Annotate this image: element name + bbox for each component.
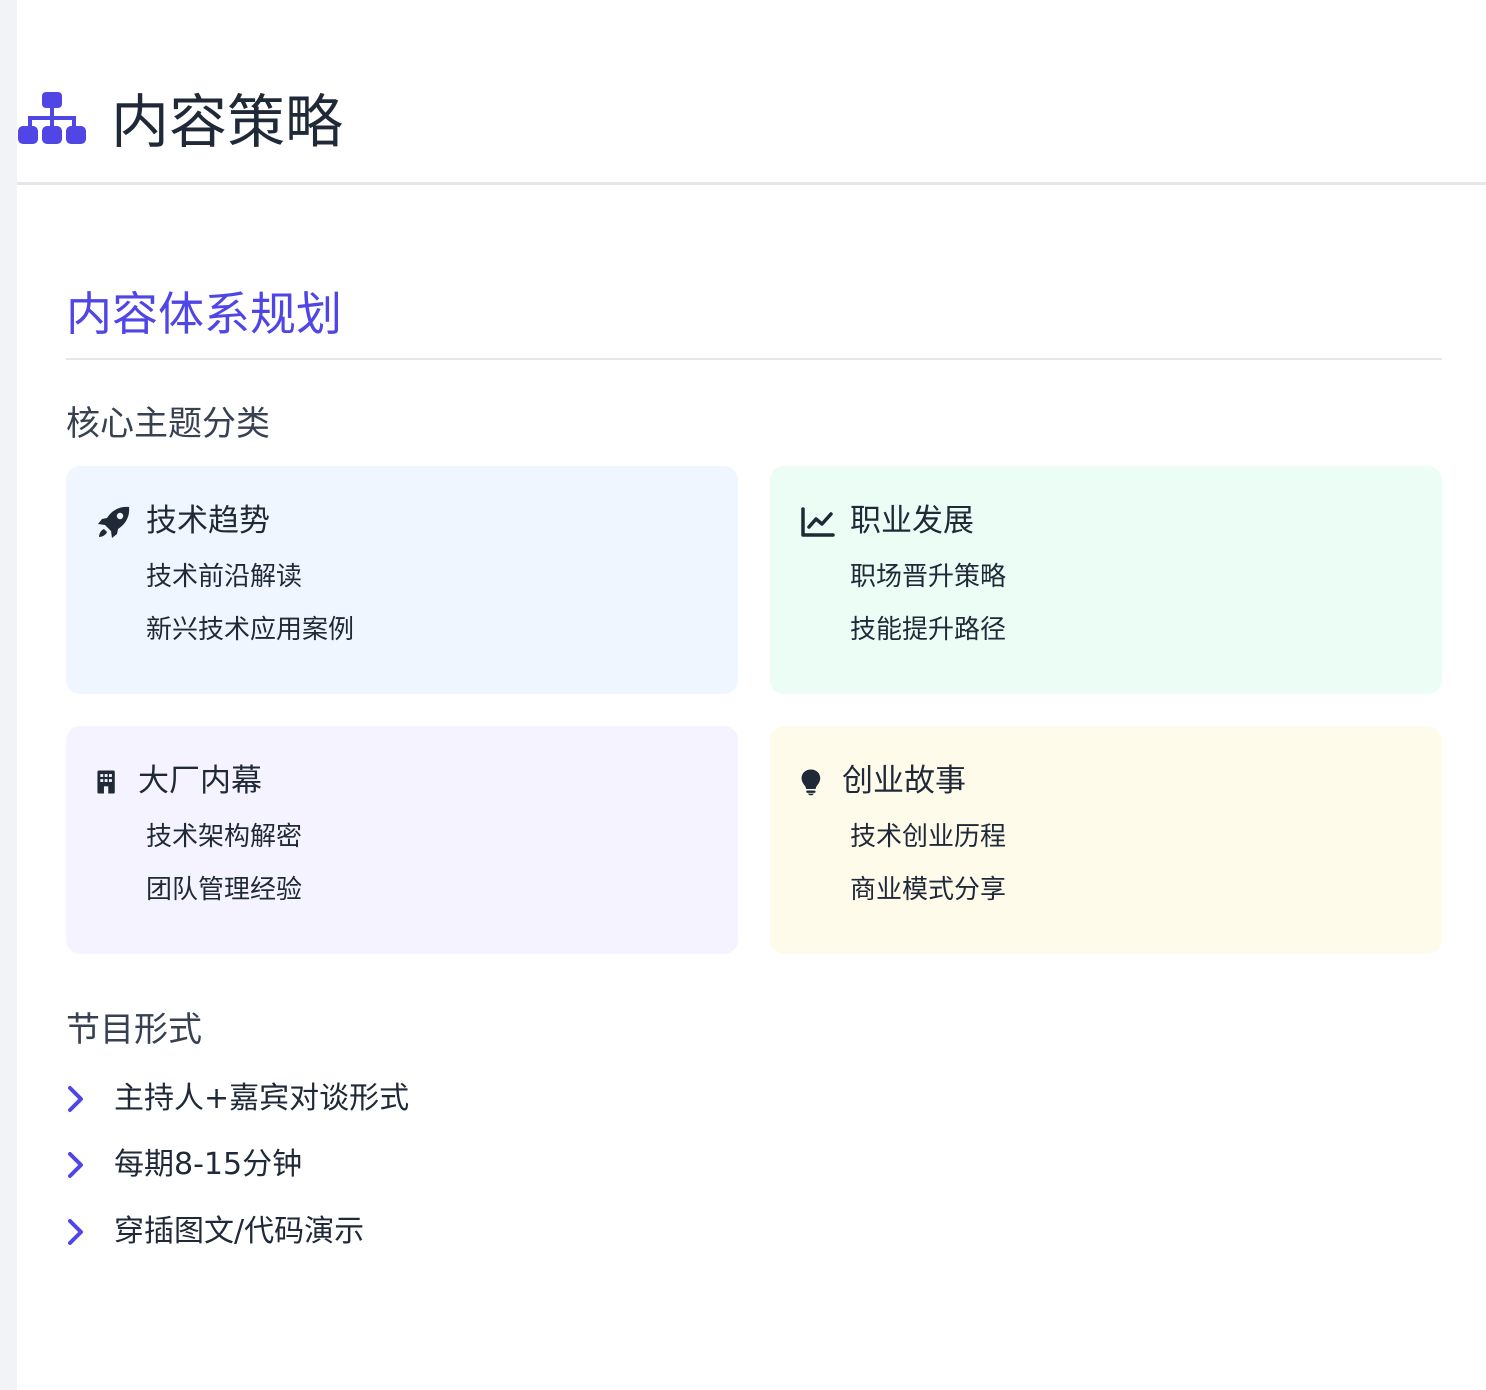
- list-item-text: 穿插图文/代码演示: [114, 1214, 365, 1249]
- card-item: 技术前沿解读: [146, 562, 303, 592]
- card-item: 团队管理经验: [146, 875, 303, 905]
- topic-card-tech-trends: 技术趋势 技术前沿解读 新兴技术应用案例: [66, 466, 738, 694]
- card-title: 大厂内幕: [138, 763, 262, 799]
- list-item: 穿插图文/代码演示: [66, 1209, 766, 1255]
- card-item: 职场晋升策略: [850, 562, 1007, 592]
- chevron-right-icon: [68, 1086, 83, 1112]
- topic-card-startup: 创业故事 技术创业历程 商业模式分享: [770, 726, 1442, 954]
- card-item: 商业模式分享: [850, 875, 1007, 905]
- card-item: 技术创业历程: [850, 822, 1007, 852]
- card-item: 技能提升路径: [850, 615, 1007, 645]
- card-title: 技术趋势: [146, 503, 270, 539]
- card-title: 创业故事: [842, 763, 966, 799]
- list-item-text: 每期8-15分钟: [114, 1147, 303, 1182]
- section-divider: [66, 358, 1442, 360]
- lightbulb-icon: [801, 769, 821, 796]
- list-item: 每期8-15分钟: [66, 1142, 766, 1188]
- list-item-text: 主持人+嘉宾对谈形式: [114, 1081, 410, 1116]
- rocket-icon: [98, 506, 130, 538]
- section-title: 内容体系规划: [66, 287, 342, 341]
- chevron-right-icon: [68, 1219, 83, 1245]
- card-item: 新兴技术应用案例: [146, 615, 355, 645]
- core-topics-heading: 核心主题分类: [66, 404, 270, 444]
- program-format-heading: 节目形式: [66, 1010, 202, 1050]
- card-title: 职业发展: [850, 503, 974, 539]
- list-item: 主持人+嘉宾对谈形式: [66, 1076, 766, 1122]
- page-header: 内容策略: [17, 0, 1486, 185]
- topic-card-career: 职业发展 职场晋升策略 技能提升路径: [770, 466, 1442, 694]
- topic-card-big-tech: 大厂内幕 技术架构解密 团队管理经验: [66, 726, 738, 954]
- page-title: 内容策略: [111, 88, 344, 156]
- page: 内容策略 内容体系规划 核心主题分类 技术趋势 技术前沿解读 新兴技术应用案例 …: [0, 0, 1486, 1390]
- left-edge-strip: [0, 0, 17, 1390]
- sitemap-icon: [18, 92, 86, 144]
- chevron-right-icon: [68, 1152, 83, 1178]
- line-chart-icon: [801, 507, 835, 537]
- card-item: 技术架构解密: [146, 822, 303, 852]
- building-icon: [97, 770, 115, 794]
